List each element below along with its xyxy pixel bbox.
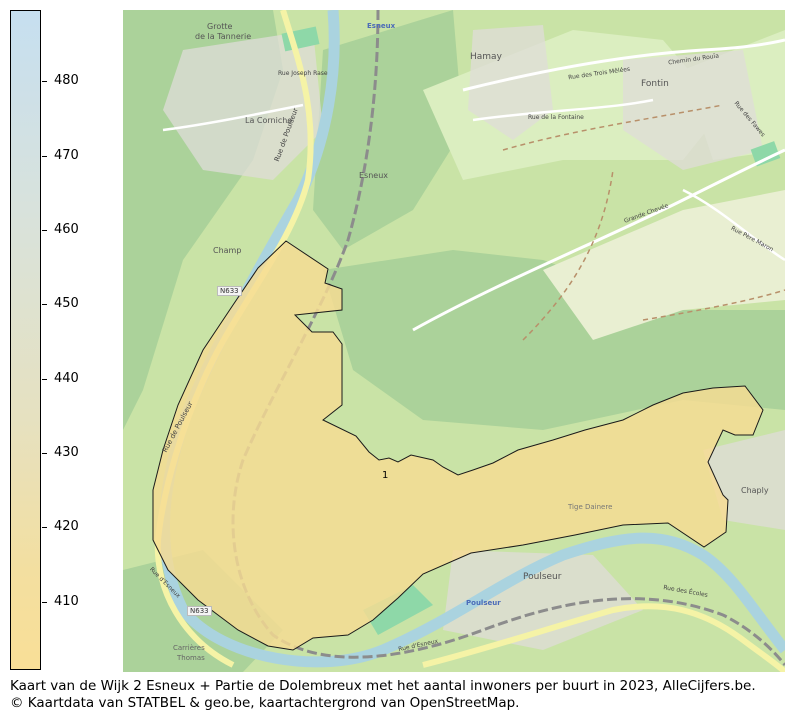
- caption-line-1: Kaart van de Wijk 2 Esneux + Partie de D…: [10, 678, 756, 694]
- map-label-de-la-tannerie: de la Tannerie: [195, 32, 252, 41]
- map-label-esneux-station: Esneux: [367, 22, 396, 30]
- colorbar-tick-label: 450: [54, 296, 79, 311]
- map-label-fontin: Fontin: [641, 79, 669, 89]
- colorbar-tick: [42, 379, 47, 380]
- colorbar-tick-label: 420: [54, 519, 79, 534]
- map-label-hamay: Hamay: [470, 52, 502, 62]
- map-label-rue-fontaine: Rue de la Fontaine: [528, 114, 584, 121]
- map-label-poulseur-station: Poulseur: [466, 599, 501, 607]
- colorbar: [10, 10, 41, 670]
- colorbar-tick-label: 470: [54, 148, 79, 163]
- map-label-grotte: Grotte: [207, 22, 233, 31]
- map-label-n633-a: N633: [217, 286, 242, 296]
- region-label: 1: [382, 470, 389, 481]
- colorbar-tick-label: 430: [54, 445, 79, 460]
- colorbar-tick: [42, 230, 47, 231]
- colorbar-tick-label: 460: [54, 222, 79, 237]
- map-label-thomas: Thomas: [177, 654, 205, 662]
- colorbar-tick: [42, 156, 47, 157]
- colorbar-tick-label: 440: [54, 371, 79, 386]
- map-label-chaply: Chaply: [741, 486, 769, 495]
- caption-line-2: © Kaartdata van STATBEL & geo.be, kaarta…: [10, 695, 520, 711]
- map-label-champ: Champ: [213, 246, 242, 255]
- map-canvas: [123, 10, 785, 672]
- colorbar-tick: [42, 81, 47, 82]
- map-label-rue-joseph-rase: Rue Joseph Rase: [278, 70, 328, 77]
- map-label-esneux: Esneux: [359, 171, 389, 180]
- map-label-poulseur: Poulseur: [523, 572, 562, 582]
- map-label-tige-dainere: Tige Dainere: [568, 503, 613, 511]
- map-label-carrieres: Carrières: [173, 644, 205, 652]
- colorbar-tick: [42, 527, 47, 528]
- colorbar-tick: [42, 304, 47, 305]
- caption: Kaart van de Wijk 2 Esneux + Partie de D…: [10, 678, 790, 712]
- map[interactable]: Esneux Grotte de la Tannerie Hamay Fonti…: [123, 10, 785, 672]
- colorbar-tick: [42, 453, 47, 454]
- colorbar-tick: [42, 602, 47, 603]
- map-label-n633-b: N633: [187, 606, 212, 616]
- colorbar-tick-label: 480: [54, 73, 79, 88]
- colorbar-tick-label: 410: [54, 594, 79, 609]
